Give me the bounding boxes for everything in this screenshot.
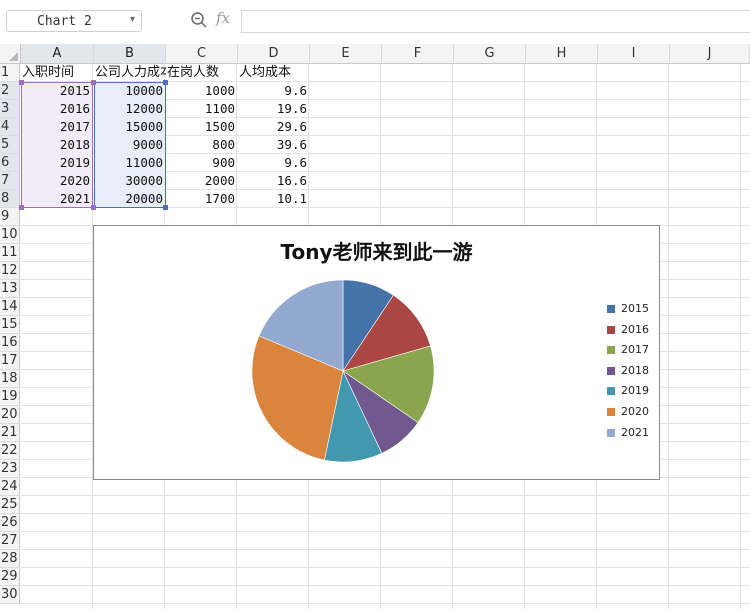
table-cell[interactable]: 10000: [94, 82, 166, 100]
column-header-f[interactable]: F: [382, 44, 454, 64]
legend-swatch: [607, 387, 615, 396]
table-cell[interactable]: 9000: [94, 136, 166, 154]
row-header-13[interactable]: 13: [0, 280, 20, 298]
column-header-i[interactable]: I: [598, 44, 670, 64]
table-cell[interactable]: 2018: [21, 136, 93, 154]
row-header-17[interactable]: 17: [0, 352, 20, 370]
header-cell[interactable]: 入职时间: [21, 64, 93, 82]
table-cell[interactable]: 9.6: [238, 82, 310, 100]
row-header-20[interactable]: 20: [0, 406, 20, 424]
row-header-30[interactable]: 30: [0, 586, 20, 604]
chevron-down-icon[interactable]: ▾: [130, 14, 135, 25]
table-cell[interactable]: 11000: [94, 154, 166, 172]
row-header-11[interactable]: 11: [0, 244, 20, 262]
name-box-value: Chart 2: [37, 14, 92, 29]
table-cell[interactable]: 2019: [21, 154, 93, 172]
row-header-25[interactable]: 25: [0, 496, 20, 514]
row-header-12[interactable]: 12: [0, 262, 20, 280]
pie-plot-area[interactable]: [250, 278, 436, 464]
column-header-e[interactable]: E: [310, 44, 382, 64]
table-cell[interactable]: 900: [166, 154, 238, 172]
legend-label: 2016: [621, 322, 649, 336]
table-cell[interactable]: 2000: [166, 172, 238, 190]
chart-title: Tony老师来到此一游: [280, 240, 473, 264]
column-header-h[interactable]: H: [526, 44, 598, 64]
header-cell[interactable]: 在岗人数: [166, 64, 238, 82]
table-cell[interactable]: 30000: [94, 172, 166, 190]
legend-label: 2017: [621, 343, 649, 357]
table-cell[interactable]: 20000: [94, 190, 166, 208]
row-header-24[interactable]: 24: [0, 478, 20, 496]
formula-input[interactable]: [241, 10, 750, 33]
legend-swatch: [607, 366, 615, 375]
legend-label: 2018: [621, 363, 649, 377]
legend-swatch: [607, 346, 615, 355]
zoom-icon[interactable]: [190, 11, 208, 29]
row-header-19[interactable]: 19: [0, 388, 20, 406]
row-header-18[interactable]: 18: [0, 370, 20, 388]
row-header-15[interactable]: 15: [0, 316, 20, 334]
header-cell[interactable]: 公司人力成本: [94, 64, 166, 82]
legend-label: 2019: [621, 384, 649, 398]
row-header-26[interactable]: 26: [0, 514, 20, 532]
legend-label: 2020: [621, 404, 649, 418]
table-cell[interactable]: 2015: [21, 82, 93, 100]
row-header-6[interactable]: 6: [0, 154, 20, 172]
pie-chart[interactable]: Tony老师来到此一游 2015 2016 2017 2018 2019 2020 2021: [93, 225, 660, 480]
row-header-1[interactable]: 1: [0, 64, 20, 82]
table-cell[interactable]: 1000: [166, 82, 238, 100]
legend-swatch: [607, 305, 615, 313]
table-cell[interactable]: 2021: [21, 190, 93, 208]
legend-label: 2021: [621, 425, 649, 439]
row-header-28[interactable]: 28: [0, 550, 20, 568]
row-header-23[interactable]: 23: [0, 460, 20, 478]
row-header-22[interactable]: 22: [0, 442, 20, 460]
column-header-c[interactable]: C: [166, 44, 238, 64]
table-cell[interactable]: 800: [166, 136, 238, 154]
legend-swatch: [607, 428, 615, 437]
column-header-d[interactable]: D: [238, 44, 310, 64]
header-cell[interactable]: 人均成本: [238, 64, 310, 82]
row-header-21[interactable]: 21: [0, 424, 20, 442]
legend-label: 2015: [621, 302, 649, 315]
name-box[interactable]: Chart 2 ▾: [6, 10, 142, 32]
row-header-16[interactable]: 16: [0, 334, 20, 352]
table-cell[interactable]: 1500: [166, 118, 238, 136]
row-header-5[interactable]: 5: [0, 136, 20, 154]
row-header-8[interactable]: 8: [0, 190, 20, 208]
table-cell[interactable]: 1100: [166, 100, 238, 118]
table-cell[interactable]: 2017: [21, 118, 93, 136]
legend-swatch: [607, 407, 615, 416]
row-header-29[interactable]: 29: [0, 568, 20, 586]
table-cell[interactable]: 1700: [166, 190, 238, 208]
select-all-corner[interactable]: [0, 44, 21, 64]
column-header-a[interactable]: A: [21, 44, 94, 64]
table-cell[interactable]: 29.6: [238, 118, 310, 136]
column-header-g[interactable]: G: [454, 44, 526, 64]
column-header-j[interactable]: J: [670, 44, 750, 64]
row-header-7[interactable]: 7: [0, 172, 20, 190]
row-header-9[interactable]: 9: [0, 208, 20, 226]
table-cell[interactable]: 19.6: [238, 100, 310, 118]
legend-swatch: [607, 325, 615, 334]
table-cell[interactable]: 10.1: [238, 190, 310, 208]
row-header-4[interactable]: 4: [0, 118, 20, 136]
select-all-icon: [9, 52, 18, 61]
row-header-14[interactable]: 14: [0, 298, 20, 316]
column-header-b[interactable]: B: [94, 44, 166, 64]
table-cell[interactable]: 2016: [21, 100, 93, 118]
table-cell[interactable]: 12000: [94, 100, 166, 118]
fx-icon[interactable]: fx: [216, 9, 230, 27]
table-cell[interactable]: 9.6: [238, 154, 310, 172]
row-header-10[interactable]: 10: [0, 226, 20, 244]
table-cell[interactable]: 2020: [21, 172, 93, 190]
table-cell[interactable]: 15000: [94, 118, 166, 136]
table-cell[interactable]: 16.6: [238, 172, 310, 190]
table-cell[interactable]: 39.6: [238, 136, 310, 154]
row-header-3[interactable]: 3: [0, 100, 20, 118]
row-header-27[interactable]: 27: [0, 532, 20, 550]
formula-toolbar: Chart 2 ▾ fx: [0, 0, 750, 45]
row-header-2[interactable]: 2: [0, 82, 20, 100]
